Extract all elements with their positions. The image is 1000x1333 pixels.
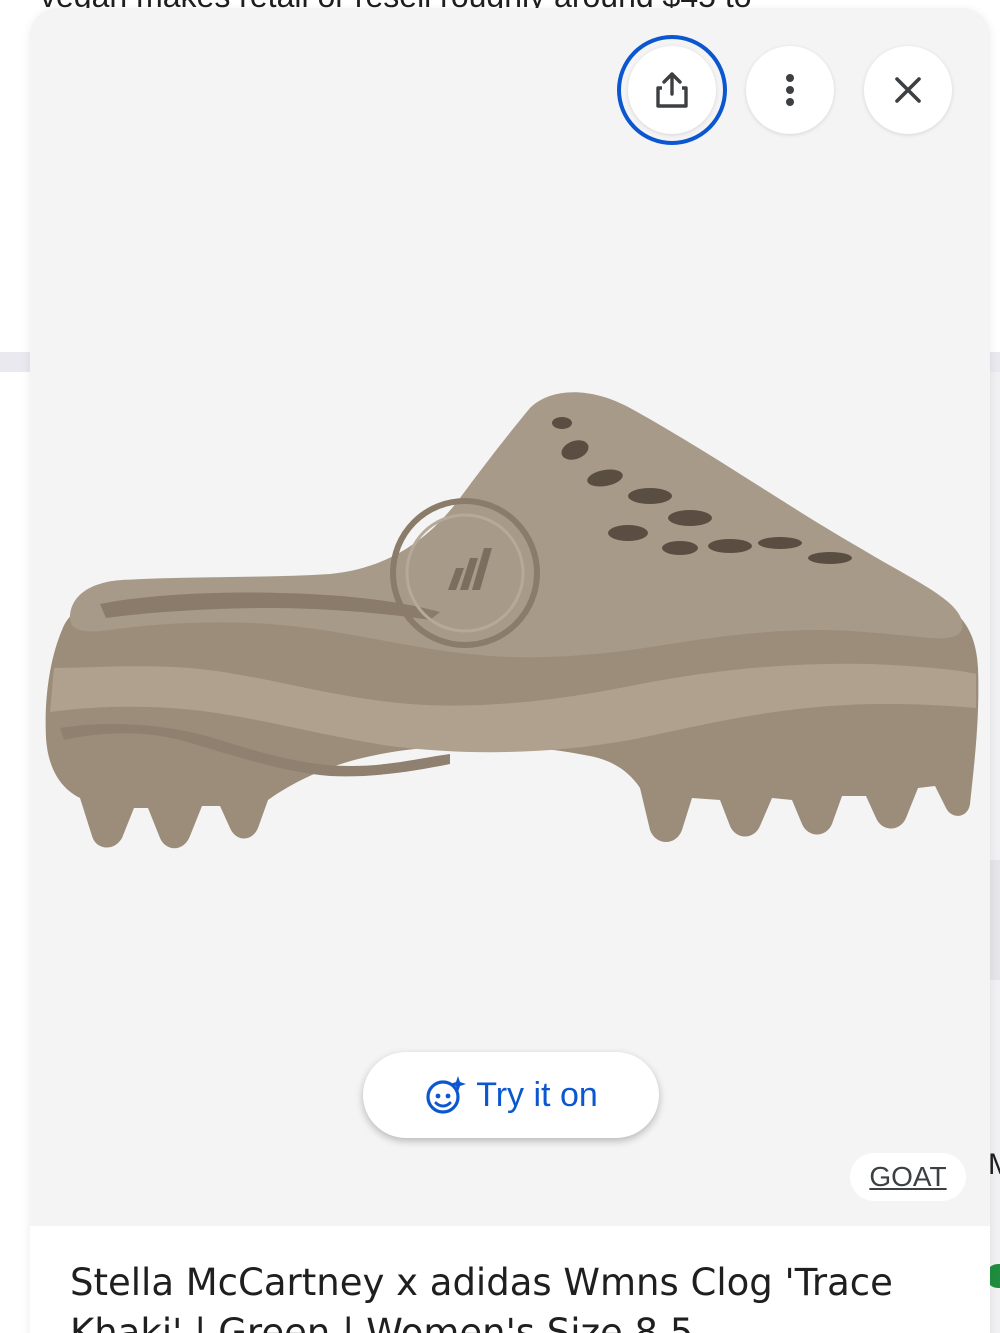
try-it-on-label: Try it on: [476, 1075, 598, 1114]
product-image[interactable]: [30, 368, 990, 888]
more-options-button[interactable]: [746, 46, 834, 134]
product-info-panel: Stella McCartney x adidas Wmns Clog 'Tra…: [30, 1226, 990, 1333]
image-viewer-sheet: Try it on GOAT Stella McCartney x adidas…: [30, 8, 990, 1333]
image-area: Try it on GOAT: [30, 8, 990, 1226]
more-vert-icon: [786, 74, 794, 106]
virtual-try-on-icon: [426, 1076, 467, 1114]
share-button[interactable]: [628, 46, 716, 134]
share-icon: [656, 72, 688, 108]
source-link[interactable]: GOAT: [850, 1153, 966, 1201]
clog-illustration: [45, 392, 979, 849]
background-article-text: vegan makes retail or resell roughly aro…: [40, 0, 1000, 8]
close-icon: [895, 77, 921, 103]
close-button[interactable]: [864, 46, 952, 134]
try-it-on-button[interactable]: Try it on: [363, 1052, 659, 1138]
product-title[interactable]: Stella McCartney x adidas Wmns Clog 'Tra…: [70, 1258, 950, 1333]
